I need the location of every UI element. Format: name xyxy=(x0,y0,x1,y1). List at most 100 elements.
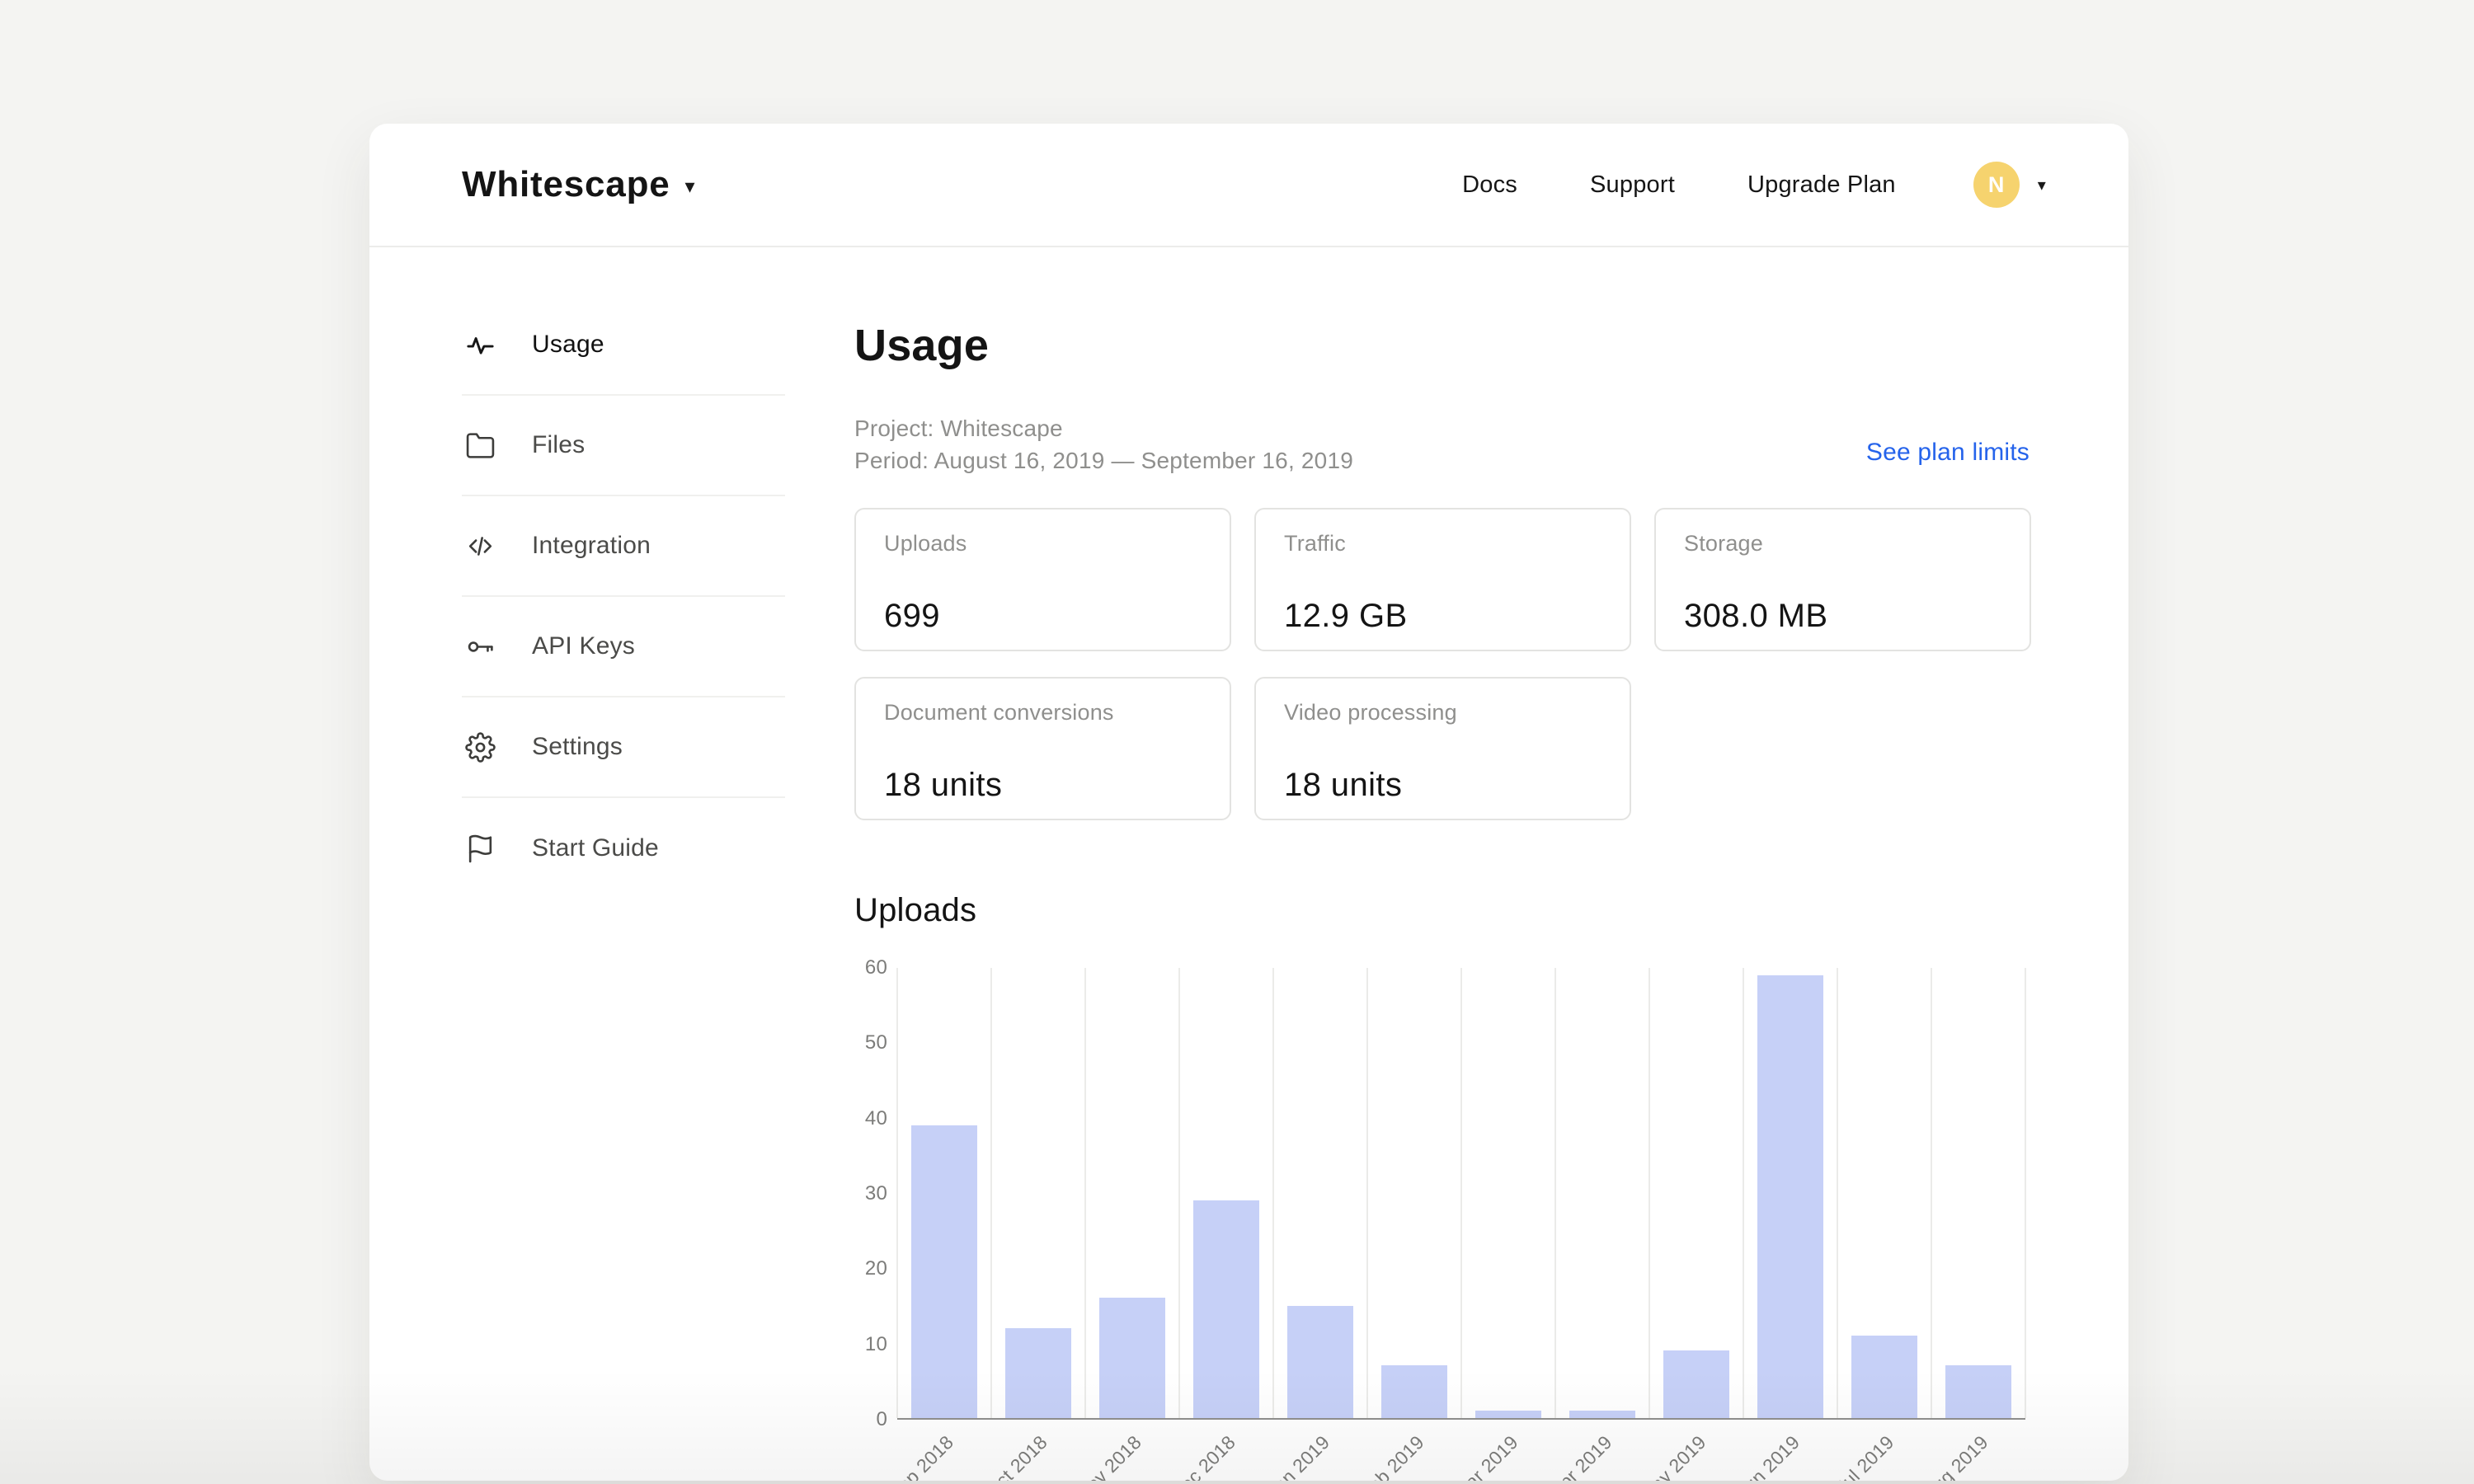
sidebar-item-label: Start Guide xyxy=(532,834,659,862)
logo: Whitescape xyxy=(462,164,670,204)
bar xyxy=(1381,1365,1447,1418)
sidebar-item-settings[interactable]: Settings xyxy=(462,697,785,798)
nav-docs[interactable]: Docs xyxy=(1462,171,1517,199)
y-tick-label: 60 xyxy=(864,956,887,979)
bar xyxy=(1287,1305,1353,1418)
gridline xyxy=(1931,968,1932,1418)
x-tick-label: 16 Jan 2019 xyxy=(1243,1431,1334,1481)
header-nav: Docs Support Upgrade Plan xyxy=(1462,171,1896,199)
y-tick-label: 10 xyxy=(864,1332,887,1355)
gridline xyxy=(1272,968,1274,1418)
sidebar-item-label: Settings xyxy=(532,733,623,760)
project-line: Project: Whitescape xyxy=(854,416,1063,441)
y-tick-label: 20 xyxy=(864,1257,887,1280)
gridline xyxy=(1178,968,1180,1418)
sidebar-item-api-keys[interactable]: API Keys xyxy=(462,597,785,697)
x-tick-label: 16 Feb 2019 xyxy=(1336,1431,1428,1481)
stat-value: 699 xyxy=(884,598,940,634)
y-tick-label: 0 xyxy=(876,1408,887,1430)
gridline xyxy=(1743,968,1744,1418)
sidebar-item-start-guide[interactable]: Start Guide xyxy=(462,798,785,899)
stat-card-traffic: Traffic 12.9 GB xyxy=(1254,508,1631,651)
bar xyxy=(911,1125,977,1418)
nav-support[interactable]: Support xyxy=(1590,171,1675,199)
sidebar-item-integration[interactable]: Integration xyxy=(462,496,785,597)
stat-label: Storage xyxy=(1684,531,1763,556)
chart-title: Uploads xyxy=(854,892,977,928)
activity-icon xyxy=(467,336,494,355)
bar xyxy=(1757,975,1823,1418)
bar xyxy=(1099,1298,1165,1418)
stat-card-storage: Storage 308.0 MB xyxy=(1654,508,2031,651)
folder-icon xyxy=(466,432,495,458)
project-switcher[interactable]: Whitescape ▾ xyxy=(462,164,695,205)
x-tick-label: 16 Nov 2018 xyxy=(1053,1431,1146,1481)
stat-label: Video processing xyxy=(1284,700,1457,725)
stat-value: 18 units xyxy=(884,767,1003,803)
bar xyxy=(1005,1327,1071,1418)
sidebar-item-files[interactable]: Files xyxy=(462,396,785,496)
stat-value: 12.9 GB xyxy=(1284,598,1408,634)
bar xyxy=(1569,1410,1635,1418)
stat-value: 308.0 MB xyxy=(1684,598,1828,634)
sidebar-item-label: Integration xyxy=(532,532,651,559)
sidebar-item-label: Files xyxy=(532,431,586,458)
x-tick-label: 16 Apr 2019 xyxy=(1526,1431,1616,1481)
nav-upgrade-plan[interactable]: Upgrade Plan xyxy=(1747,171,1896,199)
sidebar-item-label: API Keys xyxy=(532,632,635,660)
gridline xyxy=(1084,968,1086,1418)
gear-icon xyxy=(465,731,496,763)
x-tick-label: 16 Dec 2018 xyxy=(1147,1431,1240,1481)
app-window: Whitescape ▾ Docs Support Upgrade Plan N… xyxy=(369,124,2128,1481)
header: Whitescape ▾ Docs Support Upgrade Plan N… xyxy=(369,124,2128,247)
stat-card-video-processing: Video processing 18 units xyxy=(1254,677,1631,820)
sidebar-item-usage[interactable]: Usage xyxy=(462,295,785,396)
chevron-down-icon: ▾ xyxy=(2037,176,2046,195)
sidebar: Usage Files Integration API Keys Setting… xyxy=(462,295,785,899)
gridline xyxy=(896,968,898,1418)
y-tick-label: 40 xyxy=(864,1106,887,1129)
bar xyxy=(1663,1350,1729,1418)
stats-grid: Uploads 699 Traffic 12.9 GB Storage 308.… xyxy=(854,508,2031,820)
stat-label: Uploads xyxy=(884,531,967,556)
x-tick-label: 16 Jun 2019 xyxy=(1713,1431,1804,1481)
bar xyxy=(1193,1200,1259,1418)
see-plan-limits-link[interactable]: See plan limits xyxy=(1866,439,2030,467)
account-menu[interactable]: N ▾ xyxy=(1973,162,2046,208)
sidebar-item-label: Usage xyxy=(532,331,604,358)
chart-plot: 16 Sep 2018 16 Oct 2018 16 Nov 2018 16 Dec … xyxy=(865,968,2026,1481)
key-icon xyxy=(468,641,493,652)
flag-icon xyxy=(468,834,492,862)
stat-value: 18 units xyxy=(1284,767,1403,803)
stat-label: Document conversions xyxy=(884,700,1114,725)
x-tick-label: 16 May 2019 xyxy=(1616,1431,1710,1481)
gridline xyxy=(1837,968,1838,1418)
period-line: Period: August 16, 2019 — September 16, … xyxy=(854,448,1353,473)
x-tick-label: 16 Aug 2019 xyxy=(1900,1431,1992,1481)
bar xyxy=(1851,1335,1917,1418)
y-tick-label: 50 xyxy=(864,1031,887,1054)
code-icon xyxy=(468,536,492,556)
y-tick-label: 30 xyxy=(864,1182,887,1205)
gridline xyxy=(1366,968,1368,1418)
uploads-bar-chart: 0 10 20 30 40 50 60 16 Sep 2018 16 Oct 2018 16 N… xyxy=(854,956,2026,1481)
stat-label: Traffic xyxy=(1284,531,1346,556)
x-tick-label: 16 Mar 2019 xyxy=(1430,1431,1522,1481)
x-tick-label: 16 Sep 2018 xyxy=(865,1431,958,1481)
usage-meta: Project: Whitescape Period: August 16, 2… xyxy=(854,412,1353,477)
gridline xyxy=(2025,968,2026,1418)
gridline xyxy=(1460,968,1462,1418)
bar xyxy=(1945,1365,2011,1418)
avatar[interactable]: N xyxy=(1973,162,2020,208)
bar xyxy=(1475,1410,1541,1418)
stat-card-document-conversions: Document conversions 18 units xyxy=(854,677,1231,820)
gridline xyxy=(990,968,992,1418)
x-tick-label: 16 Oct 2018 xyxy=(962,1431,1052,1481)
x-tick-label: 16 Jul 2019 xyxy=(1812,1431,1898,1481)
gridline xyxy=(1554,968,1556,1418)
gridline xyxy=(1648,968,1650,1418)
chevron-down-icon: ▾ xyxy=(684,176,695,198)
page-title: Usage xyxy=(854,321,990,370)
chart-y-axis: 0 10 20 30 40 50 60 xyxy=(854,956,887,1430)
stat-card-uploads: Uploads 699 xyxy=(854,508,1231,651)
